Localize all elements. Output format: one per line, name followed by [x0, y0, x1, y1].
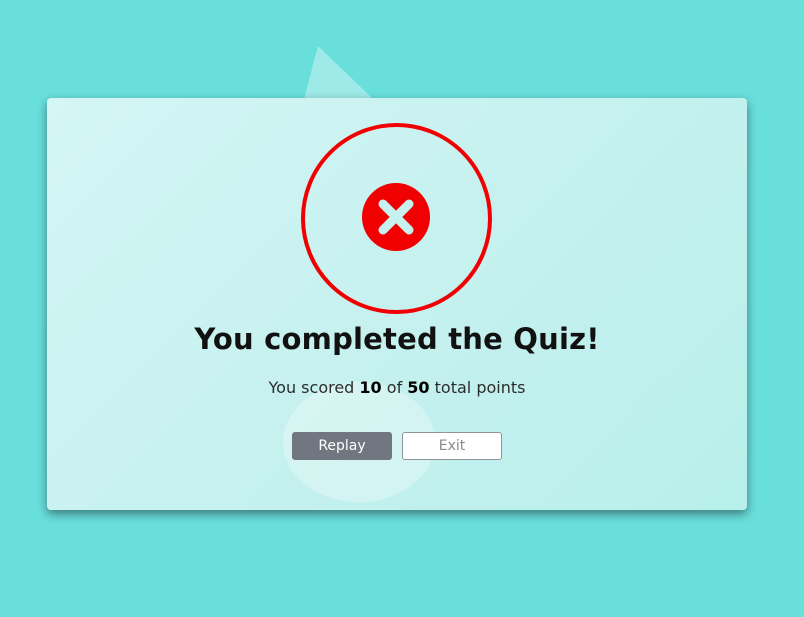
score-middle: of — [386, 378, 403, 397]
replay-button[interactable]: Replay — [292, 432, 392, 460]
score-prefix: You scored — [268, 378, 355, 397]
close-circle-icon — [362, 183, 430, 251]
score-suffix: total points — [434, 378, 526, 397]
quiz-result-card: You completed the Quiz! You scored 10 of… — [47, 98, 747, 510]
score-summary: You scored 10 of 50 total points — [47, 378, 747, 397]
exit-button[interactable]: Exit — [402, 432, 502, 460]
quiz-complete-title: You completed the Quiz! — [194, 322, 600, 356]
score-total: 50 — [407, 378, 430, 397]
score-value: 10 — [359, 378, 382, 397]
